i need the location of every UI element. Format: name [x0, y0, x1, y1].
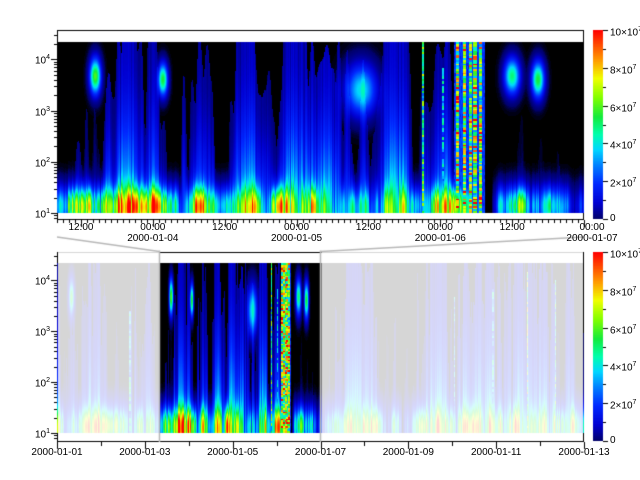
overview-y-tick-label: 103 [4, 324, 50, 338]
detail-x-tick-time: 00:00 [284, 222, 309, 233]
detail-x-tick-time: 00:00 [140, 222, 165, 233]
overview-y-tick-label: 102 [4, 375, 50, 389]
overview-x-tick-date: 2000-01-09 [383, 447, 434, 458]
overview-x-tick-date: 2000-01-01 [31, 447, 82, 458]
detail-y-tick-label: 102 [4, 155, 50, 169]
overview-colorbar-tick-label: 2×107 [610, 397, 636, 411]
detail-colorbar-tick-label: 0 [610, 213, 616, 224]
zoom-selection-window[interactable] [160, 251, 321, 442]
detail-x-tick-date: 2000-01-05 [271, 233, 322, 244]
detail-colorbar-tick-label: 6×107 [610, 100, 636, 114]
overview-x-tick-date: 2000-01-13 [558, 447, 609, 458]
detail-x-tick-date: 2000-01-04 [127, 233, 178, 244]
detail-y-tick-label: 104 [4, 52, 50, 66]
detail-y-tick-label: 101 [4, 206, 50, 220]
overview-colorbar-tick-label: 6×107 [610, 322, 636, 336]
overview-x-tick-date: 2000-01-11 [471, 447, 521, 458]
detail-colorbar [593, 30, 603, 219]
detail-x-tick-date: 2000-01-06 [415, 233, 466, 244]
dual-spectrogram-figure: 12:0000:002000-01-0412:0000:002000-01-05… [0, 0, 640, 480]
detail-x-tick-time: 00:00 [428, 222, 453, 233]
detail-plot-area[interactable] [57, 30, 584, 220]
detail-colorbar-tick-label: 4×107 [610, 137, 636, 151]
detail-colorbar-tick-label: 8×107 [610, 62, 636, 76]
detail-x-tick-time: 12:00 [212, 222, 237, 233]
overview-colorbar-tick-label: 4×107 [610, 359, 636, 373]
detail-colorbar-tick-label: 2×107 [610, 175, 636, 189]
overview-x-tick-date: 2000-01-07 [295, 447, 346, 458]
overview-colorbar [593, 252, 603, 441]
overview-colorbar-tick-label: 0 [610, 435, 616, 446]
detail-y-tick-label: 103 [4, 104, 50, 118]
overview-x-tick-date: 2000-01-05 [207, 447, 258, 458]
detail-colorbar-tick-label: 10×107 [610, 24, 640, 38]
detail-x-tick-time: 12:00 [68, 222, 93, 233]
overview-x-tick-date: 2000-01-03 [119, 447, 170, 458]
overview-colorbar-tick-label: 8×107 [610, 284, 636, 298]
detail-x-tick-time: 00:00 [579, 222, 604, 233]
overview-colorbar-tick-label: 10×107 [610, 246, 640, 260]
detail-x-tick-time: 12:00 [500, 222, 525, 233]
overview-y-tick-label: 104 [4, 273, 50, 287]
detail-x-tick-date: 2000-01-07 [566, 233, 617, 244]
overview-y-tick-label: 101 [4, 426, 50, 440]
detail-x-tick-time: 12:00 [356, 222, 381, 233]
